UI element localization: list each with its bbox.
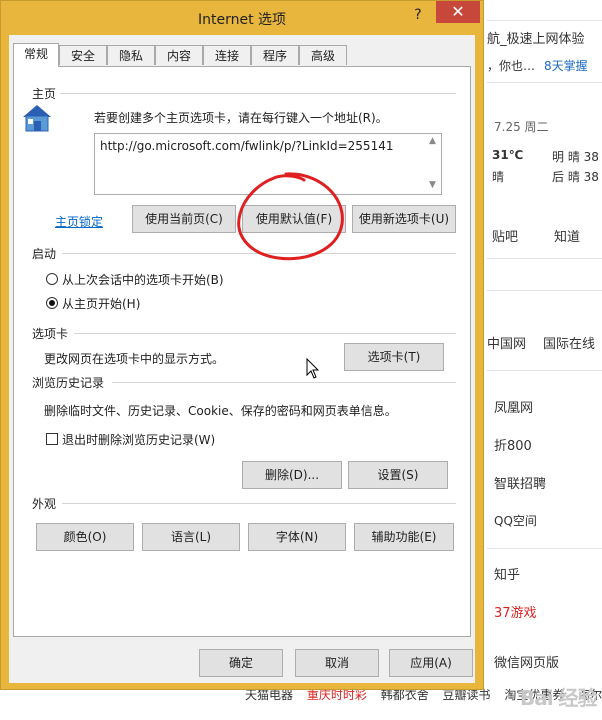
bg-list-item[interactable]: 微信网页版 <box>494 652 559 671</box>
fonts-button[interactable]: 字体(N) <box>248 523 346 551</box>
bg-list-item[interactable]: 37游戏 <box>494 602 537 621</box>
homepage-instruction: 若要创建多个主页选项卡，请在每行键入一个地址(R)。 <box>94 111 388 125</box>
bg-date: 7.25 周二 <box>494 120 549 134</box>
scroll-down-icon[interactable]: ▼ <box>429 180 436 190</box>
internet-options-dialog: Internet 选项 ? ✕ 常规 安全 隐私 内容 连接 程序 高级 主页 <box>0 0 484 690</box>
mouse-pointer-icon <box>306 358 320 379</box>
title-bar[interactable]: Internet 选项 ? ✕ <box>1 1 483 35</box>
accessibility-button[interactable]: 辅助功能(E) <box>354 523 454 551</box>
delete-on-exit-label[interactable]: 退出时删除浏览历史记录(W) <box>62 431 215 448</box>
bg-weather-after: 后 晴 38 <box>552 170 599 184</box>
history-divider <box>112 382 456 383</box>
close-icon: ✕ <box>451 2 465 21</box>
baidu-watermark: Bai 经验 <box>520 686 598 710</box>
bg-bottom-link[interactable]: 天猫电器 <box>245 688 293 702</box>
tab-content[interactable]: 内容 <box>155 45 203 65</box>
bg-bottom-link[interactable]: 韩都衣舍 <box>381 688 429 702</box>
tab-security[interactable]: 安全 <box>59 45 107 65</box>
help-button[interactable]: ? <box>404 5 432 25</box>
tabs-description: 更改网页在选项卡中的显示方式。 <box>44 352 225 366</box>
tab-connections[interactable]: 连接 <box>203 45 251 65</box>
delete-on-exit-checkbox[interactable] <box>46 433 58 445</box>
bg-list-item[interactable]: 知乎 <box>494 564 520 583</box>
bg-nav-tieba[interactable]: 贴吧 <box>492 226 518 245</box>
homepage-lock-link[interactable]: 主页锁定 <box>55 213 103 230</box>
bg-header-badge[interactable]: 8天掌握 <box>544 57 588 74</box>
tab-privacy[interactable]: 隐私 <box>107 45 155 65</box>
apply-button[interactable]: 应用(A) <box>389 649 473 677</box>
bg-nav-zhidao[interactable]: 知道 <box>554 226 580 245</box>
bg-list-item[interactable]: 凤凰网 <box>494 397 533 416</box>
colors-button[interactable]: 颜色(O) <box>36 523 134 551</box>
homepage-divider <box>60 93 456 94</box>
scroll-up-icon[interactable]: ▲ <box>429 136 436 146</box>
startup-section-title: 启动 <box>32 247 57 261</box>
tabs-settings-button[interactable]: 选项卡(T) <box>344 343 444 371</box>
bg-header-sub[interactable]: ，你也… <box>487 57 535 74</box>
radio-homepage-label[interactable]: 从主页开始(H) <box>62 295 140 312</box>
appearance-section-title: 外观 <box>32 497 57 511</box>
bg-link-cri[interactable]: 国际在线 <box>543 333 595 352</box>
bg-list-item[interactable]: 折800 <box>494 435 532 454</box>
bg-bottom-link[interactable]: 豆瓣读书 <box>443 688 491 702</box>
cancel-button[interactable]: 取消 <box>295 649 379 677</box>
use-default-button[interactable]: 使用默认值(F) <box>242 205 346 233</box>
tabs-divider <box>74 333 456 334</box>
close-button[interactable]: ✕ <box>436 1 480 23</box>
bg-list-item[interactable]: 智联招聘 <box>494 473 546 492</box>
bg-header-title[interactable]: 航_极速上网体验 <box>487 28 585 47</box>
history-description: 删除临时文件、历史记录、Cookie、保存的密码和网页表单信息。 <box>44 404 397 418</box>
tab-programs[interactable]: 程序 <box>251 45 299 65</box>
bg-temperature: 31℃ <box>492 148 524 162</box>
general-tab-page: 主页 若要创建多个主页选项卡，请在每行键入一个地址(R)。 http://go.… <box>13 66 471 637</box>
delete-history-button[interactable]: 删除(D)... <box>242 461 342 489</box>
bg-weather-tomorrow: 明 晴 38 <box>552 150 599 164</box>
startup-divider <box>62 253 456 254</box>
homepage-url-value: http://go.microsoft.com/fwlink/p/?LinkId… <box>100 139 394 153</box>
ok-button[interactable]: 确定 <box>199 649 283 677</box>
url-scrollbar[interactable]: ▲ ▼ <box>426 134 441 194</box>
history-settings-button[interactable]: 设置(S) <box>348 461 448 489</box>
homepage-url-textarea[interactable]: http://go.microsoft.com/fwlink/p/?LinkId… <box>94 133 442 195</box>
tabs-section-title: 选项卡 <box>32 327 69 341</box>
homepage-section-title: 主页 <box>32 87 57 101</box>
history-section-title: 浏览历史记录 <box>32 376 105 390</box>
use-new-tab-button[interactable]: 使用新选项卡(U) <box>352 205 456 233</box>
tab-general[interactable]: 常规 <box>13 43 59 67</box>
bg-bottom-link[interactable]: 重庆时时彩 <box>307 688 367 702</box>
bg-link-china[interactable]: 中国网 <box>487 333 526 352</box>
bg-weather-now: 晴 <box>492 170 505 184</box>
house-icon <box>23 105 51 132</box>
bg-list-item[interactable]: QQ空间 <box>494 512 537 529</box>
dialog-body: 常规 安全 隐私 内容 连接 程序 高级 主页 若要创建多个主页选项卡，请在每行… <box>9 35 475 683</box>
background-page-right: 航_极速上网体验 ，你也… 8天掌握 7.25 周二 31℃ 明 晴 38 晴 … <box>484 0 602 720</box>
tab-advanced[interactable]: 高级 <box>299 45 347 65</box>
appearance-divider <box>62 503 456 504</box>
use-current-button[interactable]: 使用当前页(C) <box>132 205 236 233</box>
radio-last-session-label[interactable]: 从上次会话中的选项卡开始(B) <box>62 271 224 288</box>
radio-last-session[interactable] <box>46 273 58 285</box>
languages-button[interactable]: 语言(L) <box>142 523 240 551</box>
radio-homepage[interactable] <box>46 297 58 309</box>
